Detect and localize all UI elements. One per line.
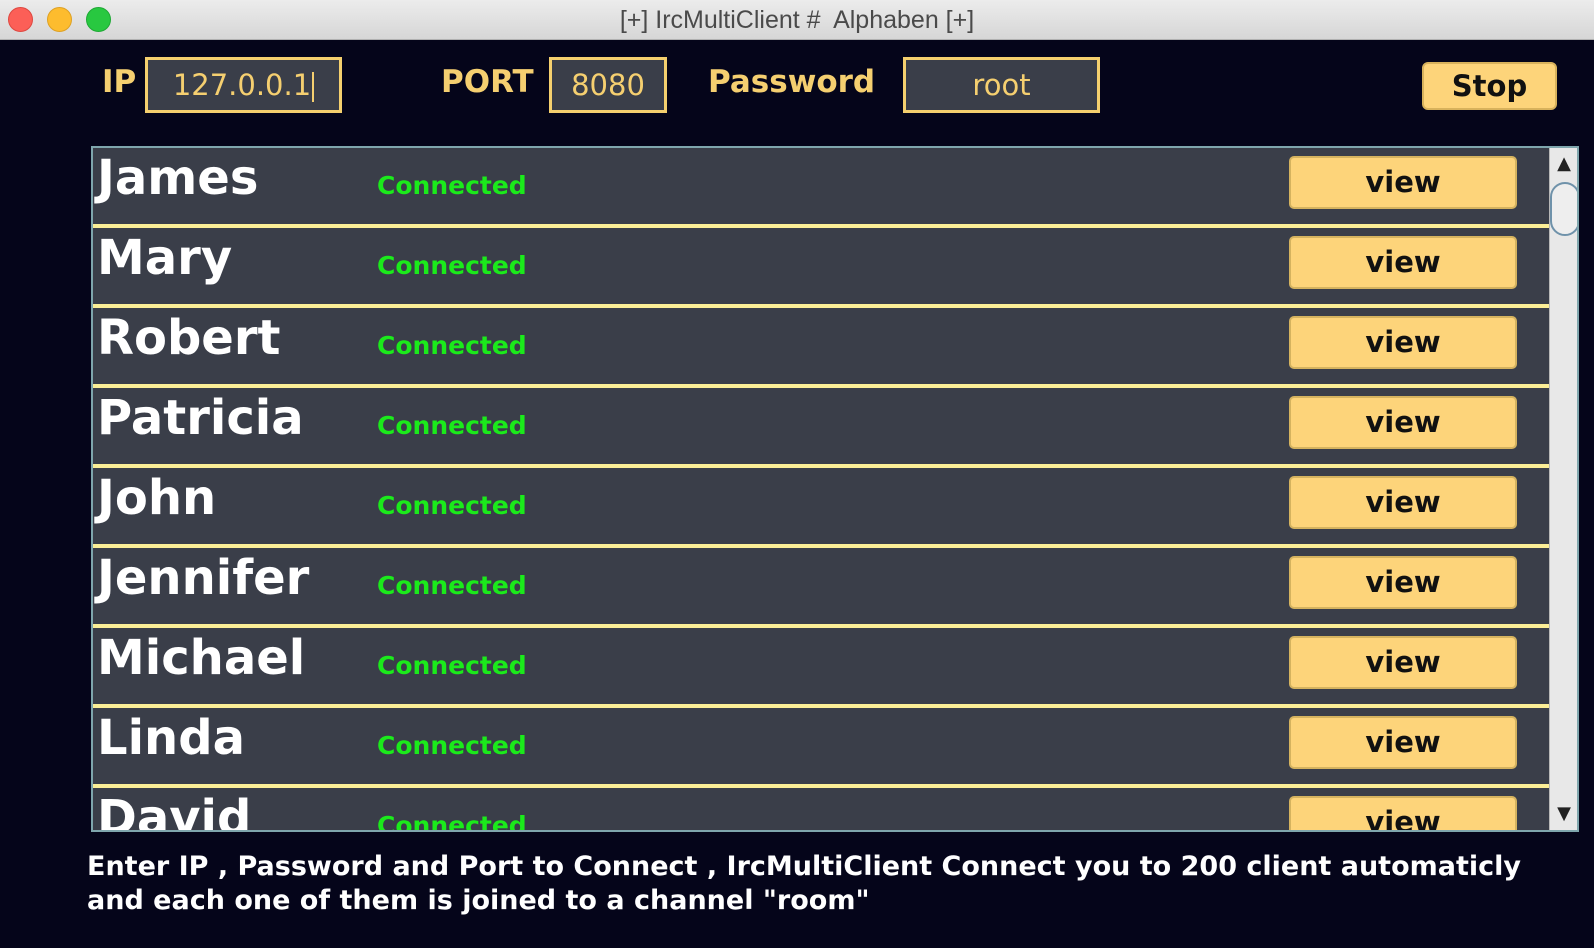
- view-button[interactable]: view: [1289, 156, 1517, 209]
- client-row: Michael Connected view: [93, 628, 1551, 708]
- status-label: Connected: [377, 811, 527, 832]
- view-button[interactable]: view: [1289, 316, 1517, 369]
- scrollbar-thumb[interactable]: [1550, 182, 1577, 236]
- view-button[interactable]: view: [1289, 396, 1517, 449]
- title-bar: [+] IrcMultiClient # Alphaben [+]: [0, 0, 1594, 40]
- scroll-down-icon[interactable]: ▼: [1550, 800, 1577, 828]
- status-label: Connected: [377, 571, 527, 600]
- client-name: Jennifer: [97, 550, 310, 606]
- status-label: Connected: [377, 331, 527, 360]
- instructions-line-2: and each one of them is joined to a chan…: [87, 885, 870, 916]
- client-name: David: [97, 790, 252, 832]
- password-label: Password: [708, 64, 876, 100]
- status-label: Connected: [377, 731, 527, 760]
- client-name: Robert: [97, 310, 281, 366]
- port-field[interactable]: 8080: [549, 57, 667, 113]
- ip-field-value: 127.0.0.1: [172, 68, 312, 102]
- ip-label: IP: [102, 64, 137, 100]
- client-row: Patricia Connected view: [93, 388, 1551, 468]
- client-row: Robert Connected view: [93, 308, 1551, 388]
- text-caret: [312, 72, 315, 102]
- client-name: John: [97, 470, 217, 526]
- status-label: Connected: [377, 491, 527, 520]
- status-label: Connected: [377, 251, 527, 280]
- client-row: James Connected view: [93, 148, 1551, 228]
- client-name: Mary: [97, 230, 233, 286]
- client-row: Mary Connected view: [93, 228, 1551, 308]
- status-label: Connected: [377, 171, 527, 200]
- view-button[interactable]: view: [1289, 236, 1517, 289]
- view-button[interactable]: view: [1289, 716, 1517, 769]
- instructions-line-1: Enter IP , Password and Port to Connect …: [87, 851, 1522, 882]
- status-label: Connected: [377, 651, 527, 680]
- client-rows: James Connected view Mary Connected view Rober…: [93, 148, 1551, 832]
- view-button[interactable]: view: [1289, 556, 1517, 609]
- ip-field[interactable]: 127.0.0.1: [145, 57, 342, 113]
- client-list[interactable]: James Connected view Mary Connected view Rober…: [91, 146, 1579, 832]
- client-row: David Connected view: [93, 788, 1551, 832]
- vertical-scrollbar[interactable]: ▲ ▼: [1549, 148, 1577, 830]
- client-row: John Connected view: [93, 468, 1551, 548]
- client-name: Patricia: [97, 390, 304, 446]
- client-name: Michael: [97, 630, 306, 686]
- scroll-up-icon[interactable]: ▲: [1550, 150, 1577, 178]
- port-label: PORT: [441, 64, 534, 100]
- client-row: Linda Connected view: [93, 708, 1551, 788]
- view-button[interactable]: view: [1289, 476, 1517, 529]
- main-window: IP 127.0.0.1 PORT 8080 Password root Sto…: [0, 40, 1594, 948]
- view-button[interactable]: view: [1289, 796, 1517, 830]
- view-button[interactable]: view: [1289, 636, 1517, 689]
- instructions-text: Enter IP , Password and Port to Connect …: [87, 850, 1527, 918]
- password-field[interactable]: root: [903, 57, 1100, 113]
- stop-button[interactable]: Stop: [1422, 62, 1557, 110]
- client-name: Linda: [97, 710, 245, 766]
- window-title: [+] IrcMultiClient # Alphaben [+]: [619, 6, 975, 34]
- client-name: James: [97, 150, 259, 206]
- status-label: Connected: [377, 411, 527, 440]
- client-row: Jennifer Connected view: [93, 548, 1551, 628]
